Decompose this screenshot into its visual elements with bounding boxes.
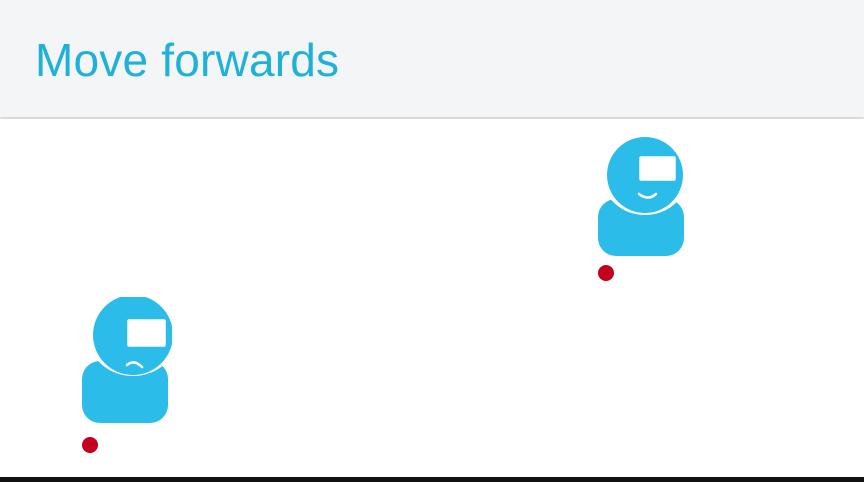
- vr-headset-person-icon: [598, 135, 688, 256]
- vr-headset-icon: [124, 316, 169, 350]
- header-bar: Move forwards: [0, 0, 864, 118]
- page-title: Move forwards: [35, 34, 340, 86]
- position-marker: [598, 265, 614, 281]
- bottom-edge-bar: [0, 477, 864, 482]
- vr-headset-person-icon: [82, 297, 172, 423]
- scene-area: [0, 119, 864, 477]
- person-figure: [82, 297, 172, 423]
- position-marker: [82, 437, 98, 453]
- vr-headset-icon: [636, 153, 679, 184]
